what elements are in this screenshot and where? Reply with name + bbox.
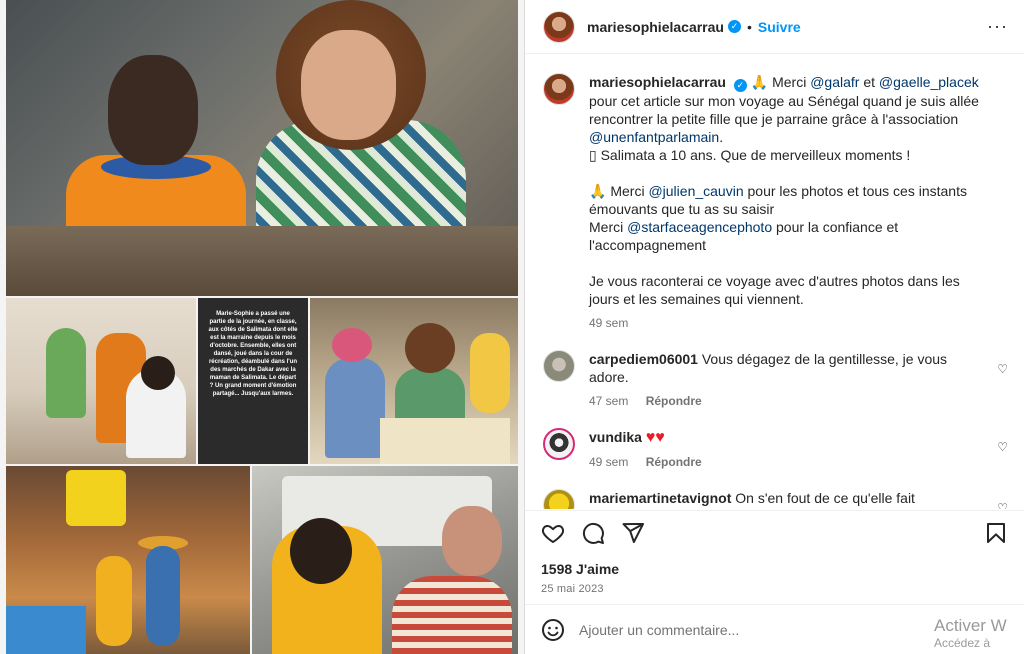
comment-item: carpediem06001 Vous dégagez de la gentil… <box>543 350 1008 410</box>
comment-text: On s'en fout de ce qu'elle fait <box>735 490 915 506</box>
comment-time[interactable]: 49 sem <box>589 455 628 469</box>
post-header: mariesophielacarrau ✓ • Suivre ··· <box>525 0 1024 54</box>
instagram-post-modal: Marie-Sophie a passé une partie de la jo… <box>0 0 1024 654</box>
reply-button[interactable]: Répondre <box>646 394 702 408</box>
comment-username[interactable]: vundika <box>589 429 642 445</box>
post-media-collage[interactable]: Marie-Sophie a passé une partie de la jo… <box>0 0 524 654</box>
caption-text: Merci <box>589 219 624 235</box>
comment-composer <box>525 604 1024 654</box>
comment-text: ♥♥ <box>645 429 665 446</box>
mention-link[interactable]: @starfaceagencephoto <box>627 219 772 235</box>
caption-line-age: ▯ Salimata a 10 ans. Que de merveilleux … <box>589 147 911 163</box>
mention-link[interactable]: @unenfantparlamain <box>589 129 719 145</box>
caption-block: mariesophielacarrau ✓ 🙏 Merci @galafr et… <box>543 73 1008 332</box>
commenter-avatar[interactable] <box>543 350 575 382</box>
post-details-panel: mariesophielacarrau ✓ • Suivre ··· marie… <box>524 0 1024 654</box>
caption-time[interactable]: 49 sem <box>589 316 628 330</box>
author-avatar[interactable] <box>543 10 575 43</box>
photo-car-farewell <box>252 466 518 654</box>
emoji-smiley-icon[interactable] <box>541 618 565 642</box>
like-comment-heart-icon[interactable]: ♡ <box>997 440 1008 454</box>
comment-input[interactable] <box>579 621 899 638</box>
mention-link[interactable]: @galafr <box>810 74 859 90</box>
like-heart-icon[interactable] <box>541 521 565 545</box>
verified-badge-icon: ✓ <box>727 20 741 33</box>
caption-author-avatar[interactable] <box>543 73 575 105</box>
verified-badge-icon: ✓ <box>733 79 747 92</box>
comment-item: vundika ♥♥ 49 sem Répondre ♡ <box>543 428 1008 471</box>
reply-button[interactable]: Répondre <box>646 455 702 469</box>
commenter-avatar[interactable] <box>543 489 575 509</box>
photo-dancing <box>6 298 196 464</box>
photo-market <box>6 466 250 654</box>
caption-text: pour les photos et tous ces instants émo… <box>589 183 967 217</box>
photo-caption-panel: Marie-Sophie a passé une partie de la jo… <box>198 298 308 464</box>
comment-username[interactable]: carpediem06001 <box>589 351 698 367</box>
pray-emoji-icon: 🙏 <box>750 74 769 90</box>
caption-text: . <box>719 129 724 145</box>
save-bookmark-icon[interactable] <box>984 521 1008 545</box>
comment-username[interactable]: mariemartinetavignot <box>589 490 731 506</box>
follow-button[interactable]: Suivre <box>758 19 801 35</box>
post-date: 25 mai 2023 <box>541 583 604 595</box>
share-send-icon[interactable] <box>621 521 645 545</box>
separator-dot: • <box>746 18 752 35</box>
pray-emoji-icon: 🙏 <box>589 183 607 199</box>
mention-link[interactable]: @julien_cauvin <box>648 183 743 199</box>
mention-link[interactable]: @gaelle_placek <box>879 74 979 90</box>
photo-caption-text: Marie-Sophie a passé une partie de la jo… <box>208 311 298 397</box>
caption-text: Merci <box>610 183 645 199</box>
caption-thanks-photographer: 🙏 Merci @julien_cauvin pour les photos e… <box>589 182 989 218</box>
comment-item: mariemartinetavignot On s'en fout de ce … <box>543 489 1008 509</box>
more-options-icon[interactable]: ··· <box>987 16 1008 37</box>
caption-text: et <box>863 74 876 90</box>
comment-time[interactable]: 47 sem <box>589 394 628 408</box>
like-comment-heart-icon[interactable]: ♡ <box>997 501 1008 509</box>
caption-username[interactable]: mariesophielacarrau <box>589 74 726 90</box>
likes-count[interactable]: 1598 J'aime <box>541 561 1010 577</box>
like-comment-heart-icon[interactable]: ♡ <box>997 362 1008 376</box>
photo-drawing-table <box>310 298 518 464</box>
author-username[interactable]: mariesophielacarrau <box>587 19 724 35</box>
post-actions: 1598 J'aime 25 mai 2023 <box>525 510 1024 595</box>
caption-text: pour cet article sur mon voyage au Sénég… <box>589 93 979 127</box>
caption-thanks-agency: Merci @starfaceagencephoto pour la confi… <box>589 218 989 254</box>
comment-bubble-icon[interactable] <box>581 521 605 545</box>
comments-list[interactable]: mariesophielacarrau ✓ 🙏 Merci @galafr et… <box>525 55 1024 509</box>
photo-classroom <box>6 0 518 296</box>
caption-text: Merci <box>772 74 807 90</box>
commenter-avatar[interactable] <box>543 428 575 460</box>
caption-closing: Je vous raconterai ce voyage avec d'autr… <box>589 273 960 307</box>
